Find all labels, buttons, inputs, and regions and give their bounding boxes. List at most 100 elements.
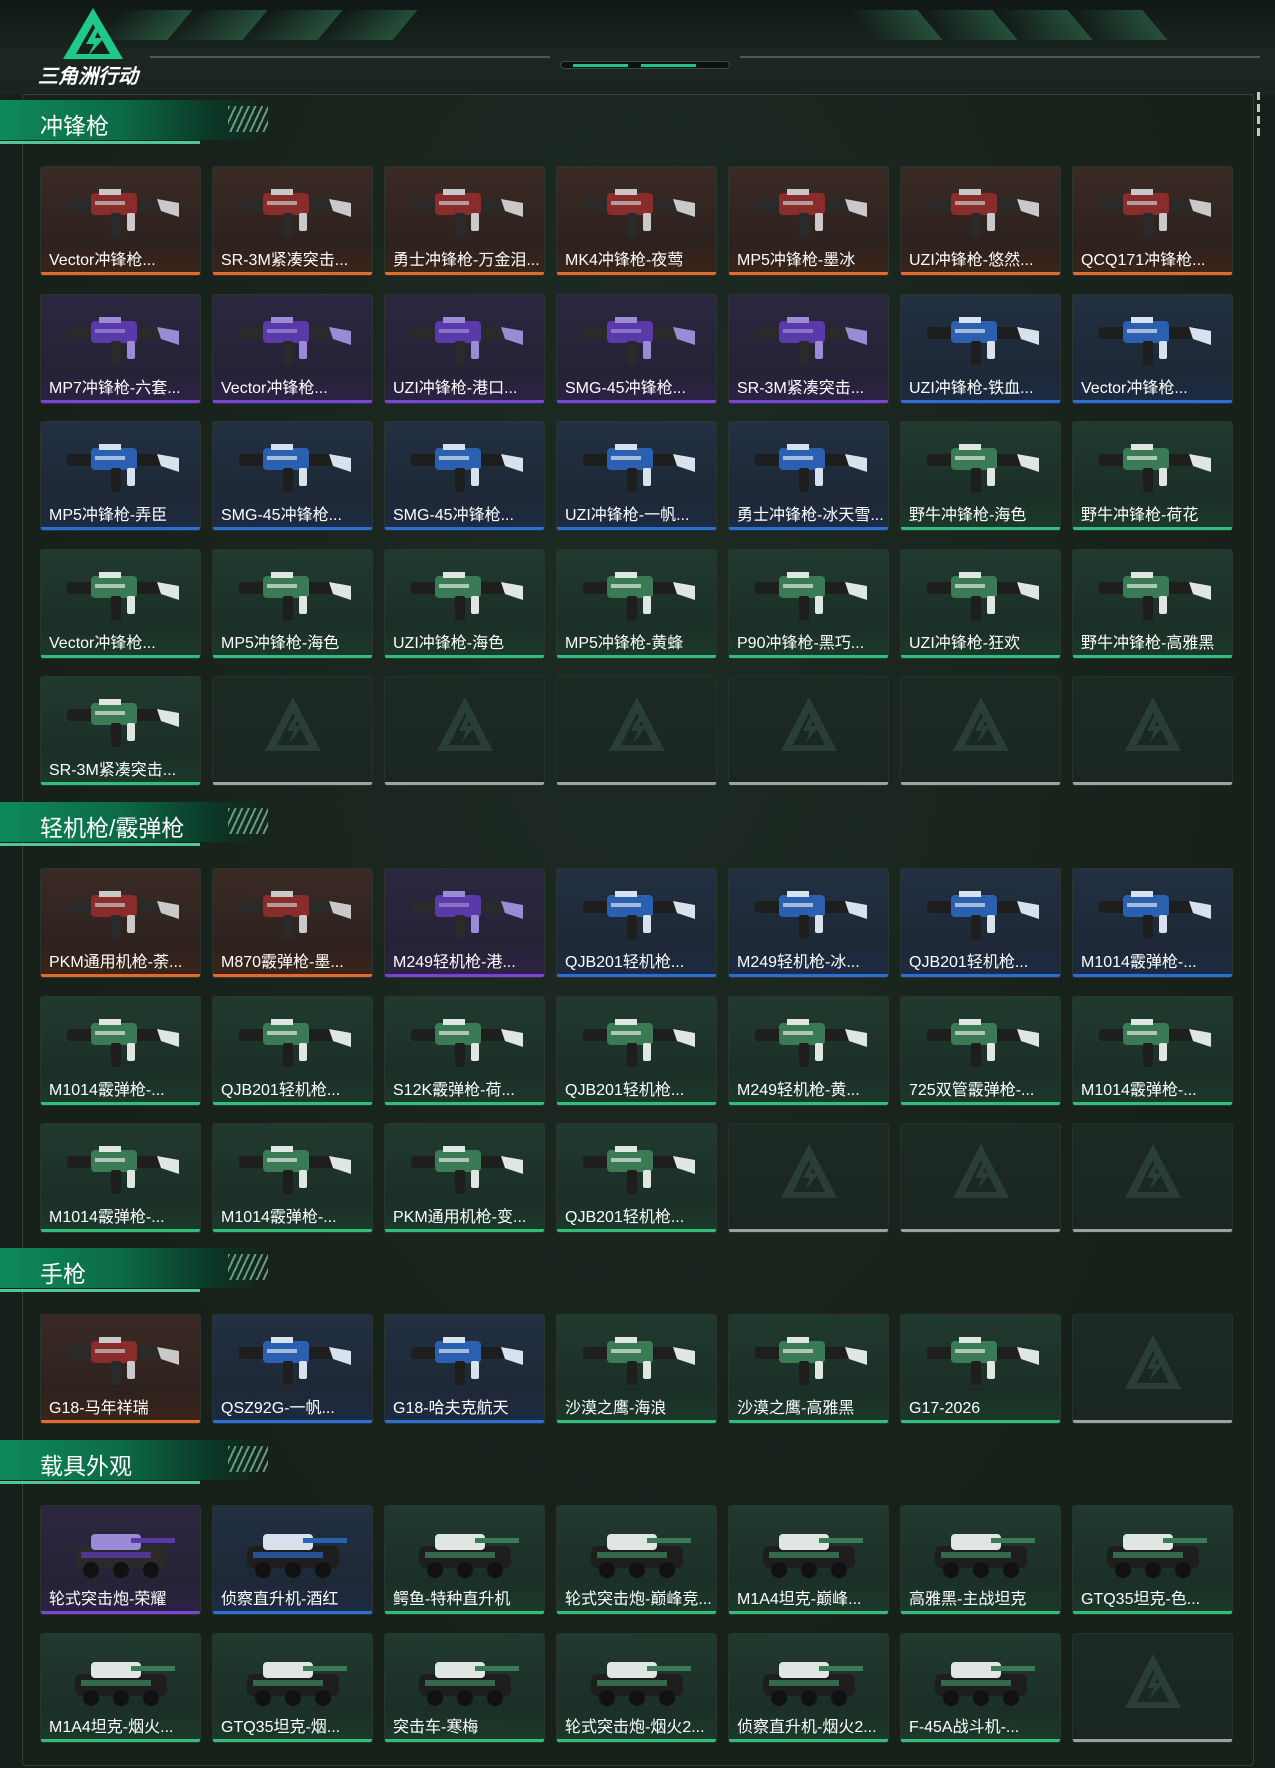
skin-item-card[interactable]: M249轻机枪-冰...	[728, 868, 889, 978]
skin-item-card[interactable]: Vector冲锋枪...	[40, 166, 201, 276]
weapon-icon	[755, 189, 867, 237]
skin-item-card[interactable]: 勇士冲锋枪-冰天雪...	[728, 421, 889, 531]
skin-item-card[interactable]: SMG-45冲锋枪...	[384, 421, 545, 531]
skin-item-card[interactable]: M1014霰弹枪-...	[1072, 996, 1233, 1106]
vehicle-icon	[763, 1534, 863, 1578]
section-header: 手枪	[0, 1248, 280, 1292]
skin-item-card[interactable]: 725双管霰弹枪-...	[900, 996, 1061, 1106]
skin-item-card[interactable]: G18-马年祥瑞	[40, 1314, 201, 1424]
skin-item-card[interactable]: SMG-45冲锋枪...	[556, 294, 717, 404]
skin-item-card[interactable]: 沙漠之鹰-高雅黑	[728, 1314, 889, 1424]
section-header: 冲锋枪	[0, 100, 280, 144]
skin-item-card[interactable]: GTQ35坦克-烟...	[212, 1633, 373, 1743]
skin-item-card[interactable]: 沙漠之鹰-海浪	[556, 1314, 717, 1424]
skin-item-card[interactable]: MP5冲锋枪-海色	[212, 549, 373, 659]
item-name: QJB201轻机枪...	[565, 1209, 685, 1226]
skin-item-card[interactable]: 轮式突击炮-烟火2...	[556, 1633, 717, 1743]
skin-item-card[interactable]: UZI冲锋枪-海色	[384, 549, 545, 659]
item-name: SMG-45冲锋枪...	[221, 507, 342, 524]
vehicle-icon	[935, 1534, 1035, 1578]
skin-item-card[interactable]: MP5冲锋枪-黄蜂	[556, 549, 717, 659]
item-name: PKM通用机枪-荼...	[49, 954, 183, 971]
skin-item-card[interactable]: MP7冲锋枪-六套...	[40, 294, 201, 404]
skin-item-card[interactable]: Vector冲锋枪...	[40, 549, 201, 659]
skin-item-card[interactable]: 野牛冲锋枪-海色	[900, 421, 1061, 531]
item-name: QJB201轻机枪...	[221, 1082, 341, 1099]
item-name: 高雅黑-主战坦克	[909, 1591, 1027, 1608]
skin-item-card[interactable]: UZI冲锋枪-悠然...	[900, 166, 1061, 276]
section-header: 载具外观	[0, 1440, 280, 1484]
skin-item-card[interactable]: 侦察直升机-酒红	[212, 1505, 373, 1615]
skin-item-card[interactable]: 轮式突击炮-巅峰竞...	[556, 1505, 717, 1615]
skin-item-card[interactable]: M1014霰弹枪-...	[212, 1123, 373, 1233]
item-name: G18-哈夫克航天	[393, 1400, 509, 1417]
skin-item-card[interactable]: QJB201轻机枪...	[556, 1123, 717, 1233]
skin-item-card[interactable]: UZI冲锋枪-铁血...	[900, 294, 1061, 404]
skin-item-card[interactable]: 高雅黑-主战坦克	[900, 1505, 1061, 1615]
skin-item-card[interactable]: M249轻机枪-港...	[384, 868, 545, 978]
skin-item-card[interactable]: QCQ171冲锋枪...	[1072, 166, 1233, 276]
scrollbar[interactable]	[1257, 92, 1261, 148]
section-header-ticks	[228, 1254, 268, 1280]
item-name: MP5冲锋枪-弄臣	[49, 507, 168, 524]
skin-item-card[interactable]: PKM通用机枪-变...	[384, 1123, 545, 1233]
rarity-bar	[41, 1611, 200, 1614]
skin-item-card[interactable]: M1A4坦克-烟火...	[40, 1633, 201, 1743]
skin-item-card[interactable]: SR-3M紧凑突击...	[728, 294, 889, 404]
skin-item-card[interactable]: SR-3M紧凑突击...	[212, 166, 373, 276]
rarity-bar	[729, 782, 888, 785]
skin-item-card[interactable]: 鳄鱼-特种直升机	[384, 1505, 545, 1615]
skin-item-card[interactable]: MP5冲锋枪-弄臣	[40, 421, 201, 531]
skin-item-card[interactable]: P90冲锋枪-黑巧...	[728, 549, 889, 659]
placeholder-logo-icon	[1124, 1335, 1181, 1389]
rarity-bar	[557, 527, 716, 530]
skin-item-card[interactable]: 侦察直升机-烟火2...	[728, 1633, 889, 1743]
skin-item-card[interactable]: Vector冲锋枪...	[212, 294, 373, 404]
skin-item-card[interactable]: SR-3M紧凑突击...	[40, 676, 201, 786]
skin-item-card[interactable]: QJB201轻机枪...	[212, 996, 373, 1106]
skin-item-card[interactable]: QJB201轻机枪...	[556, 996, 717, 1106]
rarity-bar	[213, 1739, 372, 1742]
item-name: M249轻机枪-黄...	[737, 1082, 860, 1099]
weapon-icon	[927, 1019, 1039, 1067]
skin-item-card[interactable]: Vector冲锋枪...	[1072, 294, 1233, 404]
item-name: 野牛冲锋枪-高雅黑	[1081, 635, 1215, 652]
skin-item-card[interactable]: PKM通用机枪-荼...	[40, 868, 201, 978]
skin-item-card[interactable]: SMG-45冲锋枪...	[212, 421, 373, 531]
skin-item-card[interactable]: M249轻机枪-黄...	[728, 996, 889, 1106]
skin-item-card[interactable]: QSZ92G-一帆...	[212, 1314, 373, 1424]
weapon-icon	[67, 444, 179, 492]
rarity-bar	[901, 1611, 1060, 1614]
skin-item-card[interactable]: MK4冲锋枪-夜莺	[556, 166, 717, 276]
skin-item-card[interactable]: 轮式突击炮-荣耀	[40, 1505, 201, 1615]
skin-item-card[interactable]: 野牛冲锋枪-高雅黑	[1072, 549, 1233, 659]
rarity-bar	[729, 400, 888, 403]
skin-item-card[interactable]: M1014霰弹枪-...	[40, 996, 201, 1106]
skin-item-card[interactable]: 突击车-寒梅	[384, 1633, 545, 1743]
skin-item-card[interactable]: MP5冲锋枪-墨冰	[728, 166, 889, 276]
skin-item-card[interactable]: M1014霰弹枪-...	[40, 1123, 201, 1233]
item-name: 侦察直升机-酒红	[221, 1591, 339, 1608]
skin-item-card[interactable]: F-45A战斗机-...	[900, 1633, 1061, 1743]
rarity-bar	[729, 1229, 888, 1232]
skin-item-card[interactable]: M1A4坦克-巅峰...	[728, 1505, 889, 1615]
skin-item-card[interactable]: QJB201轻机枪...	[556, 868, 717, 978]
skin-item-card[interactable]: S12K霰弹枪-荷...	[384, 996, 545, 1106]
item-name: P90冲锋枪-黑巧...	[737, 635, 865, 652]
skin-item-card[interactable]: G18-哈夫克航天	[384, 1314, 545, 1424]
skin-item-card[interactable]: UZI冲锋枪-狂欢	[900, 549, 1061, 659]
skin-item-card[interactable]: UZI冲锋枪-港口...	[384, 294, 545, 404]
weapon-icon	[67, 1146, 179, 1194]
skin-item-card[interactable]: M1014霰弹枪-...	[1072, 868, 1233, 978]
weapon-icon	[927, 189, 1039, 237]
skin-item-card[interactable]: UZI冲锋枪-一帆...	[556, 421, 717, 531]
item-name: UZI冲锋枪-港口...	[393, 380, 518, 397]
skin-item-card[interactable]: G17-2026	[900, 1314, 1061, 1424]
skin-item-card[interactable]: 野牛冲锋枪-荷花	[1072, 421, 1233, 531]
skin-item-card[interactable]: QJB201轻机枪...	[900, 868, 1061, 978]
skin-item-card[interactable]: M870霰弹枪-墨...	[212, 868, 373, 978]
rarity-bar	[557, 1102, 716, 1105]
skin-item-card[interactable]: 勇士冲锋枪-万金泪...	[384, 166, 545, 276]
placeholder-logo-icon	[264, 697, 321, 751]
skin-item-card[interactable]: GTQ35坦克-色...	[1072, 1505, 1233, 1615]
